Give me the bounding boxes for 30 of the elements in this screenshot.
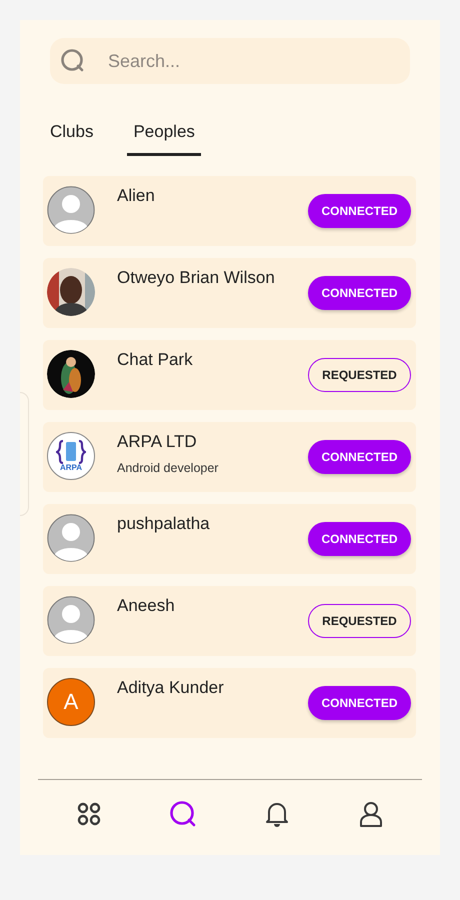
avatar-placeholder-icon xyxy=(47,596,95,644)
person-name: ARPA LTD xyxy=(117,432,198,452)
phone-braces-icon xyxy=(56,440,86,464)
apps-icon xyxy=(75,800,103,828)
person-role: Android developer xyxy=(117,460,220,477)
avatar-placeholder-icon xyxy=(47,186,95,234)
tab[interactable]: Clubs xyxy=(44,113,100,156)
person-icon xyxy=(357,800,385,828)
person-name: pushpalatha xyxy=(117,514,211,534)
person-name: Alien xyxy=(117,186,156,206)
person-name: Aditya Kunder xyxy=(117,678,225,698)
bell-icon xyxy=(263,800,291,828)
person-name: Chat Park xyxy=(117,350,194,370)
avatar-placeholder-icon xyxy=(47,514,95,562)
avatar-initial: A xyxy=(47,678,95,726)
person-name: Otweyo Brian Wilson xyxy=(117,268,276,288)
tab[interactable]: Peoples xyxy=(127,113,201,156)
search-icon xyxy=(60,48,86,74)
requested-button[interactable]: REQUESTED xyxy=(308,604,411,638)
connected-button[interactable]: CONNECTED xyxy=(308,440,411,474)
connected-button[interactable]: CONNECTED xyxy=(308,686,411,720)
search-field[interactable]: Search... xyxy=(50,38,410,84)
connected-button[interactable]: CONNECTED xyxy=(308,522,411,556)
edge-handle[interactable] xyxy=(20,392,29,516)
search-icon xyxy=(169,800,197,828)
connected-button[interactable]: CONNECTED xyxy=(308,276,411,310)
logo-text: ARPA xyxy=(60,464,82,472)
connected-button[interactable]: CONNECTED xyxy=(308,194,411,228)
person-name: Aneesh xyxy=(117,596,176,616)
requested-button[interactable]: REQUESTED xyxy=(308,358,411,392)
